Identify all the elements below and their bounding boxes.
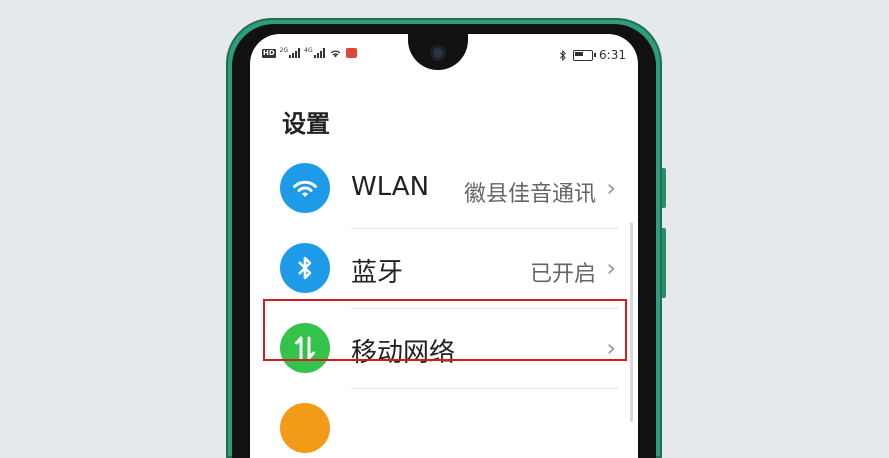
phone-bezel: HD 2G 4G 6:31 设置 WLAN 徽县佳音通讯 › 蓝牙 已开启 › … xyxy=(232,24,656,458)
scrollbar[interactable] xyxy=(630,222,633,422)
settings-item-value: 已开启 xyxy=(529,262,596,287)
front-camera-icon xyxy=(430,45,446,61)
sim1-signal-icon: 2G xyxy=(280,48,301,58)
partial-icon xyxy=(280,403,330,453)
settings-item-wlan[interactable]: WLAN 徽县佳音通讯 › xyxy=(250,148,638,228)
wifi-status-icon xyxy=(330,50,340,58)
chevron-right-icon: › xyxy=(606,334,616,362)
hd-badge: HD xyxy=(262,48,276,58)
status-time: 6:31 xyxy=(599,48,626,62)
phone-frame: HD 2G 4G 6:31 设置 WLAN 徽县佳音通讯 › 蓝牙 已开启 › … xyxy=(226,18,666,458)
settings-item-label: 蓝牙 xyxy=(351,258,404,288)
settings-item-label: 移动网络 xyxy=(351,338,456,368)
bluetooth-status-icon xyxy=(559,49,566,61)
phone-screen: HD 2G 4G 6:31 设置 WLAN 徽县佳音通讯 › 蓝牙 已开启 › … xyxy=(250,34,638,458)
settings-item-partial[interactable] xyxy=(250,388,638,458)
page-title: 设置 xyxy=(282,110,330,138)
wifi-icon xyxy=(280,163,330,213)
settings-item-bluetooth[interactable]: 蓝牙 已开启 › xyxy=(250,228,638,308)
mobile-data-icon xyxy=(280,323,330,373)
bluetooth-icon xyxy=(280,243,330,293)
settings-item-label: WLAN xyxy=(351,172,430,202)
power-button xyxy=(662,228,666,298)
notification-app-icon xyxy=(345,48,357,58)
settings-item-value: 徽县佳音通讯 xyxy=(463,182,596,207)
chevron-right-icon: › xyxy=(606,174,616,202)
chevron-right-icon: › xyxy=(606,254,616,282)
volume-button xyxy=(662,168,666,208)
sim2-signal-icon: 4G xyxy=(304,48,325,58)
battery-icon xyxy=(573,49,597,61)
settings-item-mobile-network[interactable]: 移动网络 › xyxy=(250,308,638,388)
